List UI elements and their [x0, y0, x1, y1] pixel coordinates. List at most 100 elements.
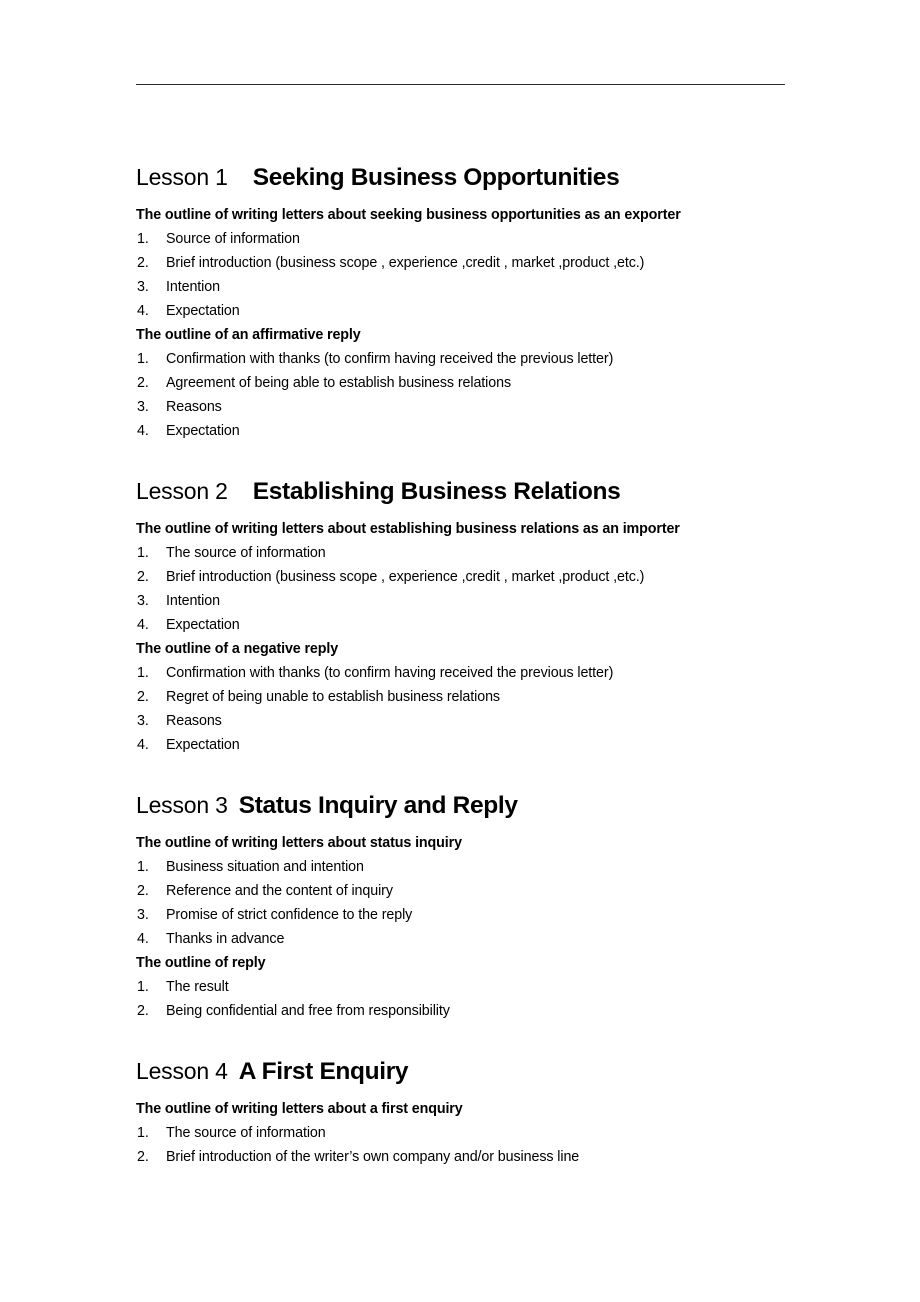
outline-list-item: 1. The result: [136, 975, 786, 999]
outline-item-number: 1.: [137, 544, 149, 561]
outline-item-number: 2.: [137, 568, 149, 585]
outline-item-text: Expectation: [166, 616, 240, 633]
outline-item-text: Reasons: [166, 712, 222, 729]
outline-item-number: 1.: [137, 664, 149, 681]
lesson-title: Establishing Business Relations: [252, 478, 621, 505]
outline-item-text: Expectation: [166, 736, 240, 753]
outline-item-number: 3.: [137, 278, 149, 295]
outline-item-text: Expectation: [166, 422, 240, 439]
outline-item-number: 3.: [137, 906, 149, 923]
outline-item-number: 2.: [137, 882, 149, 899]
outline-item-text: The result: [166, 978, 229, 995]
outline-item-list: 1. Confirmation with thanks (to confirm h…: [136, 661, 786, 757]
outline-list-item: 2. Being confidential and free from respo…: [136, 999, 786, 1023]
outline-item-number: 3.: [137, 398, 149, 415]
outline-item-text: Confirmation with thanks (to confirm hav…: [166, 664, 614, 681]
outline-item-text: Thanks in advance: [166, 930, 285, 947]
outline-item-number: 4.: [137, 422, 149, 439]
outline-item-text: Being confidential and free from respons…: [166, 1002, 450, 1019]
outline-list-item: 1. Confirmation with thanks (to confirm h…: [136, 347, 786, 371]
document-page: Lesson 1 Seeking Business Opportunities Th…: [0, 0, 920, 1302]
outline-list-item: 2. Regret of being unable to establish bu…: [136, 685, 786, 709]
outline-item-number: 1.: [137, 978, 149, 995]
outline-list-item: 4. Thanks in advance: [136, 927, 786, 951]
outline-item-number: 1.: [137, 1124, 149, 1141]
outline-list-item: 3. Promise of strict confidence to the re…: [136, 903, 786, 927]
outline-list-item: 2. Reference and the content of inquiry: [136, 879, 786, 903]
outline-item-text: Agreement of being able to establish bus…: [166, 374, 511, 391]
outline-heading: The outline of writing letters about est…: [136, 520, 680, 537]
outline-item-text: Business situation and intention: [166, 858, 364, 875]
outline-list-item: 2. Brief introduction (business scope , e…: [136, 251, 786, 275]
outline-list-item: 1. Source of information: [136, 227, 786, 251]
lesson-block: Lesson 4 A First Enquiry The outline of wr…: [136, 1058, 786, 1169]
outline-list-item: 1. The source of information: [136, 541, 786, 565]
outline-list-item: 2. Brief introduction of the writer’s own…: [136, 1145, 786, 1169]
outline-list-item: 4. Expectation: [136, 299, 786, 323]
top-horizontal-rule: [136, 84, 785, 85]
outline-list-item: 4. Expectation: [136, 733, 786, 757]
outline-item-number: 3.: [137, 592, 149, 609]
outline-item-number: 4.: [137, 930, 149, 947]
outline-item-text: Confirmation with thanks (to confirm hav…: [166, 350, 614, 367]
outline-item-text: Source of information: [166, 230, 300, 247]
lesson-heading: Lesson 2 Establishing Business Relations: [136, 478, 786, 505]
outline-item-list: 1. Source of information 2. Brief introduct…: [136, 227, 786, 323]
outline-item-text: Brief introduction (business scope , exp…: [166, 254, 645, 271]
outline-item-list: 1. The result 2. Being confidential and fre…: [136, 975, 786, 1023]
outline-item-text: The source of information: [166, 544, 326, 561]
outline-item-number: 2.: [137, 688, 149, 705]
outline-item-list: 1. Confirmation with thanks (to confirm h…: [136, 347, 786, 443]
lesson-heading: Lesson 1 Seeking Business Opportunities: [136, 164, 786, 191]
outline-item-text: Intention: [166, 592, 220, 609]
outline-item-number: 1.: [137, 230, 149, 247]
lesson-number-label: Lesson 2: [136, 478, 228, 504]
outline-item-text: Regret of being unable to establish busi…: [166, 688, 500, 705]
outline-item-number: 2.: [137, 1148, 149, 1165]
outline-item-number: 4.: [137, 302, 149, 319]
outline-item-text: Brief introduction (business scope , exp…: [166, 568, 645, 585]
outline-item-text: Reference and the content of inquiry: [166, 882, 393, 899]
lesson-number-label: Lesson 1: [136, 164, 228, 190]
outline-list-item: 2. Agreement of being able to establish b…: [136, 371, 786, 395]
outline-item-text: Reasons: [166, 398, 222, 415]
outline-item-text: Promise of strict confidence to the repl…: [166, 906, 413, 923]
lesson-title: Seeking Business Opportunities: [252, 164, 620, 191]
outline-item-number: 1.: [137, 350, 149, 367]
outline-item-list: 1. The source of information 2. Brief intro…: [136, 541, 786, 637]
outline-item-number: 2.: [137, 374, 149, 391]
outline-item-number: 4.: [137, 616, 149, 633]
outline-item-list: 1. The source of information 2. Brief intro…: [136, 1121, 786, 1169]
lesson-title: A First Enquiry: [238, 1058, 409, 1085]
lesson-heading: Lesson 4 A First Enquiry: [136, 1058, 786, 1085]
outline-list-item: 1. The source of information: [136, 1121, 786, 1145]
outline-list-item: 3. Intention: [136, 275, 786, 299]
lesson-number-label: Lesson 3: [136, 792, 228, 818]
outline-item-number: 1.: [137, 858, 149, 875]
outline-heading: The outline of reply: [136, 954, 266, 971]
outline-list-item: 4. Expectation: [136, 613, 786, 637]
lesson-block: Lesson 2 Establishing Business Relations T…: [136, 478, 786, 757]
outline-item-number: 2.: [137, 254, 149, 271]
outline-list-item: 1. Business situation and intention: [136, 855, 786, 879]
outline-heading: The outline of a negative reply: [136, 640, 339, 657]
outline-list-item: 3. Reasons: [136, 395, 786, 419]
outline-item-number: 2.: [137, 1002, 149, 1019]
outline-item-number: 4.: [137, 736, 149, 753]
outline-heading: The outline of an affirmative reply: [136, 326, 361, 343]
outline-list-item: 4. Expectation: [136, 419, 786, 443]
outline-heading: The outline of writing letters about a f…: [136, 1100, 463, 1117]
outline-list-item: 2. Brief introduction (business scope , e…: [136, 565, 786, 589]
lesson-block: Lesson 3 Status Inquiry and Reply The outl…: [136, 792, 786, 1023]
lesson-number-label: Lesson 4: [136, 1058, 228, 1084]
outline-item-list: 1. Business situation and intention 2. Refe…: [136, 855, 786, 951]
outline-list-item: 3. Intention: [136, 589, 786, 613]
outline-list-item: 1. Confirmation with thanks (to confirm h…: [136, 661, 786, 685]
outline-item-text: The source of information: [166, 1124, 326, 1141]
outline-item-text: Expectation: [166, 302, 240, 319]
lesson-block: Lesson 1 Seeking Business Opportunities Th…: [136, 164, 786, 443]
outline-heading: The outline of writing letters about sta…: [136, 834, 462, 851]
outline-item-number: 3.: [137, 712, 149, 729]
outline-item-text: Intention: [166, 278, 220, 295]
outline-heading: The outline of writing letters about see…: [136, 206, 681, 223]
